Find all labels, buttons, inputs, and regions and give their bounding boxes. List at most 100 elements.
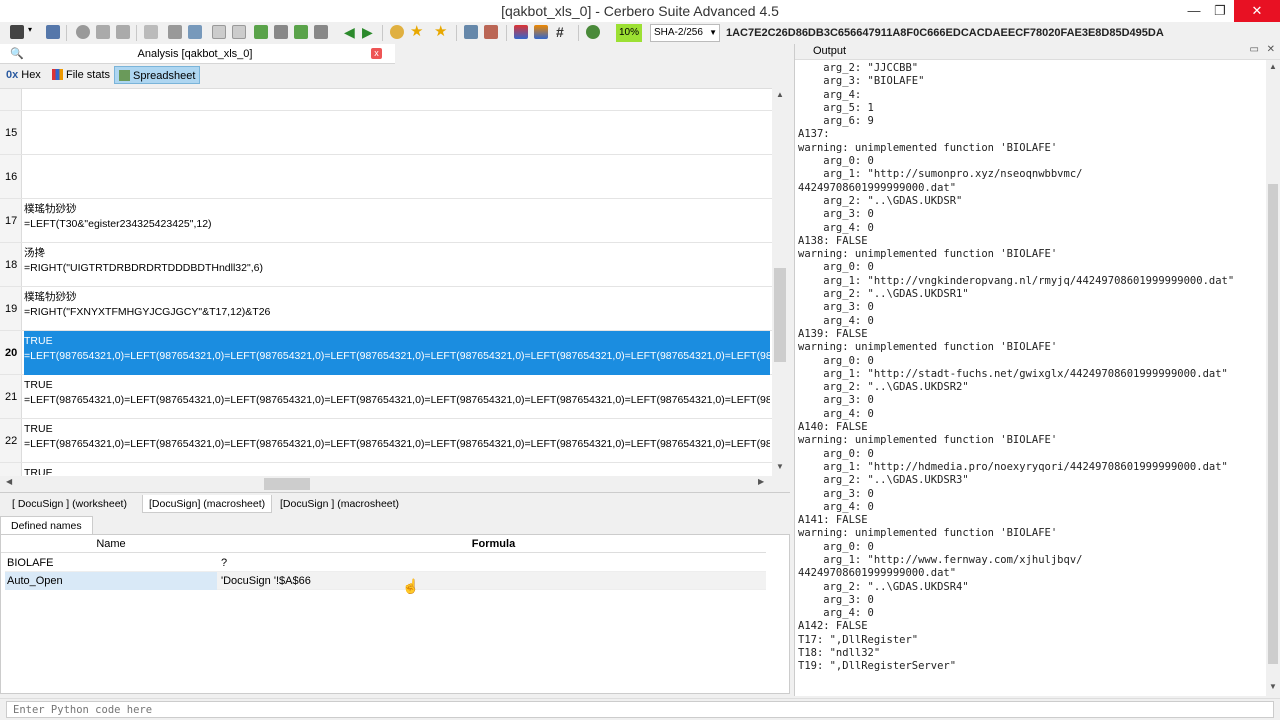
cell[interactable]: TRUE =LEFT(987654321,0)=LEFT(987654321,0)…: [24, 422, 770, 452]
frame2-icon[interactable]: [232, 25, 246, 39]
cell[interactable]: TRUE =LEFT(987654321,0)=LEFT(987654321,0)…: [24, 378, 770, 408]
horizontal-scrollbar[interactable]: ◀ ▶: [0, 476, 772, 492]
view-icon[interactable]: [188, 25, 202, 39]
paste-icon[interactable]: [168, 25, 182, 39]
float-panel-icon[interactable]: ▭: [1250, 44, 1259, 55]
close-tab-icon[interactable]: x: [371, 48, 382, 59]
column-header-formula[interactable]: Formula: [221, 538, 766, 550]
cell[interactable]: 汤搀 =RIGHT("UIGTRTDRBDRDRTDDDBDTHndll32",6…: [24, 246, 770, 276]
cell[interactable]: 樸瑤牞猀猀 =RIGHT("FXNYXTFMHGYJCGJGCY"&T17,12)…: [24, 290, 770, 320]
row-number: 20: [0, 331, 22, 374]
vertical-scrollbar[interactable]: ▲ ▼: [772, 88, 788, 482]
tool-icon[interactable]: [464, 25, 478, 39]
output-text[interactable]: arg_2: "JJCCBB" arg_3: "BIOLAFE" arg_4: …: [798, 62, 1263, 692]
scroll-up-icon[interactable]: ▲: [772, 90, 788, 99]
sheet-tab-worksheet[interactable]: [ DocuSign ] (worksheet): [6, 495, 133, 513]
analysis-tab[interactable]: 🔍 Analysis [qakbot_xls_0] x: [0, 44, 395, 64]
spreadsheet-grid[interactable]: 15 16 17 樸瑤牞猀猀 =LEFT(T30&"egister234325423…: [0, 88, 772, 482]
sheet-tab-macrosheet-2[interactable]: [DocuSign ] (macrosheet): [274, 495, 405, 513]
save-icon[interactable]: [10, 25, 24, 39]
back-arrow-icon[interactable]: ◀: [344, 25, 358, 39]
table-row[interactable]: BIOLAFE ?: [5, 554, 766, 572]
table-row[interactable]: 19 樸瑤牞猀猀 =RIGHT("FXNYXTFMHGYJCGJGCY"&T17,1…: [0, 287, 772, 331]
copy-icon[interactable]: [144, 25, 158, 39]
row-number: 15: [0, 111, 22, 154]
scroll-down-icon[interactable]: ▼: [772, 462, 788, 471]
tab-defined-names[interactable]: Defined names: [0, 516, 93, 534]
row-number: 22: [0, 419, 22, 462]
row-number: 21: [0, 375, 22, 418]
row-number: 19: [0, 287, 22, 330]
tab-spreadsheet-label: Spreadsheet: [133, 70, 196, 82]
scroll-left-icon[interactable]: ◀: [6, 477, 12, 486]
sheet-tabs: [ DocuSign ] (worksheet) [DocuSign] (mac…: [0, 492, 790, 514]
table-row[interactable]: 16: [0, 155, 772, 199]
defined-name: BIOLAFE: [7, 557, 54, 569]
bookmark-icon[interactable]: [390, 25, 404, 39]
circle-tool-icon[interactable]: [76, 25, 90, 39]
row-number: 18: [0, 243, 22, 286]
analysis-tab-label: Analysis [qakbot_xls_0]: [137, 48, 253, 60]
process-icon[interactable]: [586, 25, 600, 39]
cell[interactable]: TRUE =LEFT(987654321,0)=LEFT(987654321,0)…: [24, 331, 770, 375]
python-input[interactable]: [6, 701, 1274, 718]
minimize-button[interactable]: —: [1180, 0, 1208, 22]
scroll-right-icon[interactable]: ▶: [758, 477, 764, 486]
forward-arrow-icon[interactable]: ▶: [362, 25, 376, 39]
save-dropdown-icon[interactable]: ▾: [28, 25, 36, 39]
tab-spreadsheet[interactable]: Spreadsheet: [114, 66, 201, 84]
table-row-selected[interactable]: 20 TRUE =LEFT(987654321,0)=LEFT(987654321,…: [0, 331, 772, 375]
find-icon[interactable]: [274, 25, 288, 39]
green-up-icon[interactable]: [294, 25, 308, 39]
star-icon[interactable]: ★: [410, 24, 424, 39]
table-row[interactable]: 18 汤搀 =RIGHT("UIGTRTDRBDRDRTDDDBDTHndll32"…: [0, 243, 772, 287]
palette-icon[interactable]: [514, 25, 528, 39]
output-title: Output: [813, 45, 847, 57]
column-header-name[interactable]: Name: [1, 538, 221, 550]
table-row[interactable]: Auto_Open 'DocuSign '!$A$66: [5, 572, 766, 590]
table-row[interactable]: 21 TRUE =LEFT(987654321,0)=LEFT(987654321,…: [0, 375, 772, 419]
scroll-thumb[interactable]: [264, 478, 310, 490]
defined-formula: ?: [221, 557, 228, 569]
tab-file-stats[interactable]: File stats: [48, 66, 114, 84]
table-row[interactable]: 15: [0, 111, 772, 155]
scroll-thumb[interactable]: [774, 268, 786, 362]
tool2-icon[interactable]: [484, 25, 498, 39]
find-close-icon[interactable]: [314, 25, 328, 39]
table-row[interactable]: 17 樸瑤牞猀猀 =LEFT(T30&"egister234325423425",1…: [0, 199, 772, 243]
doc-tool-icon[interactable]: [96, 25, 110, 39]
green-down-icon[interactable]: [254, 25, 268, 39]
close-button[interactable]: ✕: [1234, 0, 1280, 22]
table-row[interactable]: 22 TRUE =LEFT(987654321,0)=LEFT(987654321,…: [0, 419, 772, 463]
table-row[interactable]: [0, 89, 772, 111]
maximize-button[interactable]: ❐: [1206, 0, 1234, 22]
hash-icon[interactable]: #: [556, 25, 570, 39]
toolbar: ▾ ◀ ▶ ★ ★ # 10% SHA-2/256 ▼ 1AC7E2C26D86D…: [0, 22, 1280, 44]
spreadsheet-icon: [119, 70, 130, 81]
hash-algorithm-select[interactable]: SHA-2/256 ▼: [650, 24, 720, 42]
close-panel-icon[interactable]: ✕: [1267, 44, 1275, 55]
sheet-tab-macrosheet-1[interactable]: [DocuSign] (macrosheet): [142, 495, 273, 513]
tab-hex-label: Hex: [21, 69, 41, 81]
doc-tool2-icon[interactable]: [116, 25, 130, 39]
cell[interactable]: TRUE: [24, 466, 770, 475]
defined-name: Auto_Open: [5, 572, 217, 590]
output-panel: Output ▭ ✕ arg_2: "JJCCBB" arg_3: "BIOLA…: [794, 44, 1280, 696]
hash-value: 1AC7E2C26D86DB3C656647911A8F0C666EDCACDA…: [726, 27, 1164, 39]
frame-icon[interactable]: [212, 25, 226, 39]
palette2-icon[interactable]: [534, 25, 548, 39]
hash-algorithm-label: SHA-2/256: [654, 27, 703, 38]
cell[interactable]: 樸瑤牞猀猀 =LEFT(T30&"egister234325423425",12): [24, 202, 770, 232]
scroll-thumb[interactable]: [1268, 184, 1278, 664]
view-tabs: 0x Hex File stats Spreadsheet: [0, 65, 790, 85]
scroll-down-icon[interactable]: ▼: [1266, 682, 1280, 691]
row-number: 17: [0, 199, 22, 242]
refresh-icon[interactable]: [46, 25, 60, 39]
defined-formula: 'DocuSign '!$A$66: [221, 575, 311, 587]
star2-icon[interactable]: ★: [434, 24, 448, 39]
scroll-up-icon[interactable]: ▲: [1266, 62, 1280, 71]
output-scrollbar[interactable]: ▲ ▼: [1266, 60, 1280, 696]
output-header: Output ▭ ✕: [795, 44, 1280, 60]
title-bar: [qakbot_xls_0] - Cerbero Suite Advanced …: [0, 0, 1280, 22]
tab-hex[interactable]: 0x Hex: [2, 66, 45, 84]
